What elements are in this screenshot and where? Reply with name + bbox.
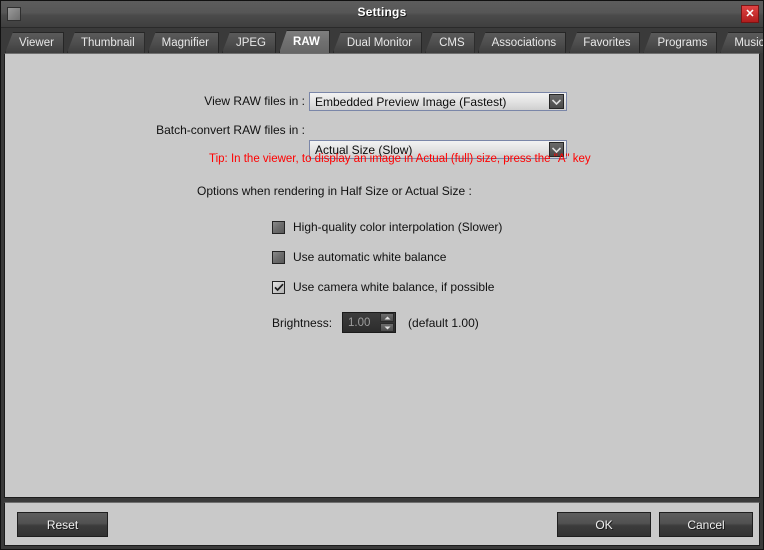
reset-button[interactable]: Reset bbox=[17, 512, 108, 537]
spin-down-icon[interactable] bbox=[380, 323, 395, 332]
checkbox-high-quality-interpolation[interactable] bbox=[272, 220, 285, 234]
title-bar: Settings ✕ bbox=[1, 1, 763, 28]
dialog-footer: Reset OK Cancel bbox=[4, 502, 760, 546]
tab-viewer[interactable]: Viewer bbox=[5, 32, 64, 53]
checkbox-row-auto-white-balance[interactable]: Use automatic white balance bbox=[272, 250, 446, 264]
close-icon[interactable]: ✕ bbox=[741, 5, 759, 23]
tab-jpeg[interactable]: JPEG bbox=[221, 32, 277, 53]
brightness-stepper[interactable]: 1.00 bbox=[342, 312, 397, 333]
spin-up-icon[interactable] bbox=[380, 313, 395, 322]
ok-button[interactable]: OK bbox=[557, 512, 651, 537]
view-raw-label: View RAW files in : bbox=[204, 94, 305, 108]
tip-text: Tip: In the viewer, to display an image … bbox=[209, 153, 591, 165]
tab-cms[interactable]: CMS bbox=[425, 32, 475, 53]
tab-dual-monitor[interactable]: Dual Monitor bbox=[332, 32, 423, 53]
brightness-value: 1.00 bbox=[348, 316, 371, 329]
tab-associations[interactable]: Associations bbox=[477, 32, 567, 53]
view-raw-select[interactable]: Embedded Preview Image (Fastest) bbox=[309, 92, 567, 111]
brightness-label: Brightness: bbox=[272, 315, 333, 330]
checkbox-label: Use automatic white balance bbox=[293, 250, 447, 264]
tab-thumbnail[interactable]: Thumbnail bbox=[66, 32, 145, 53]
cancel-button[interactable]: Cancel bbox=[659, 512, 753, 537]
check-icon bbox=[273, 283, 284, 291]
settings-window: Settings ✕ Viewer Thumbnail Magnifier JP… bbox=[0, 0, 764, 550]
tab-magnifier[interactable]: Magnifier bbox=[147, 32, 219, 53]
brightness-default-note: (default 1.00) bbox=[408, 315, 479, 330]
window-title: Settings bbox=[357, 5, 407, 19]
tab-music[interactable]: Music bbox=[720, 32, 763, 53]
checkbox-row-high-quality-interpolation[interactable]: High-quality color interpolation (Slower… bbox=[272, 220, 502, 234]
brightness-control: Brightness: 1.00 (default 1.00) bbox=[272, 312, 479, 333]
checkbox-auto-white-balance[interactable] bbox=[272, 250, 285, 264]
view-raw-value: Embedded Preview Image (Fastest) bbox=[315, 94, 507, 109]
options-section-note: Options when rendering in Half Size or A… bbox=[197, 184, 472, 198]
tab-raw[interactable]: RAW bbox=[279, 30, 330, 53]
tab-strip: Viewer Thumbnail Magnifier JPEG RAW Dual… bbox=[1, 28, 763, 53]
batch-convert-label: Batch-convert RAW files in : bbox=[156, 123, 305, 137]
view-raw-label-wrap: View RAW files in : bbox=[5, 94, 305, 108]
raw-settings-panel: View RAW files in : Embedded Preview Ima… bbox=[4, 53, 760, 498]
chevron-down-icon[interactable] bbox=[549, 94, 564, 109]
checkbox-camera-white-balance[interactable] bbox=[272, 280, 285, 294]
checkbox-row-camera-white-balance[interactable]: Use camera white balance, if possible bbox=[272, 280, 494, 294]
brightness-spin-buttons bbox=[380, 313, 395, 332]
tab-favorites[interactable]: Favorites bbox=[569, 32, 641, 53]
checkbox-label: High-quality color interpolation (Slower… bbox=[293, 220, 503, 234]
batch-convert-label-wrap: Batch-convert RAW files in : bbox=[5, 123, 305, 137]
checkbox-label: Use camera white balance, if possible bbox=[293, 280, 495, 294]
tab-programs[interactable]: Programs bbox=[643, 32, 718, 53]
